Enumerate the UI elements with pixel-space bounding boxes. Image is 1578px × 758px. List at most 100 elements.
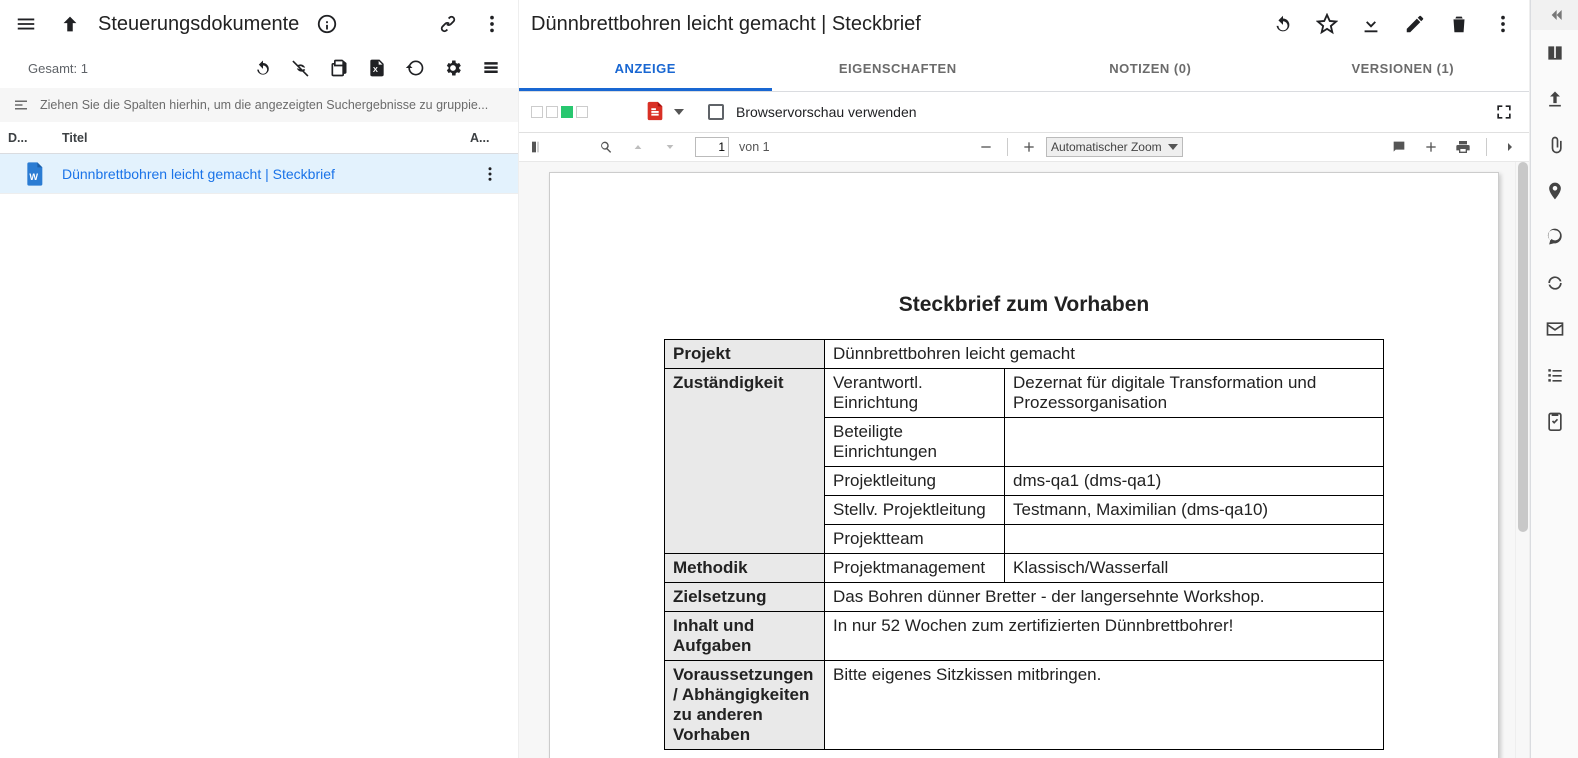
- content-panel: Dünnbrettbohren leicht gemacht | Steckbr…: [519, 0, 1530, 758]
- svg-text:X: X: [373, 65, 378, 74]
- gear-icon[interactable]: [436, 51, 470, 85]
- cell-value: In nur 52 Wochen zum zertifizierten Dünn…: [825, 612, 1384, 661]
- tab-notizen[interactable]: NOTIZEN (0): [1024, 48, 1277, 91]
- refresh-icon[interactable]: [246, 51, 280, 85]
- checklist-icon[interactable]: [1531, 352, 1578, 398]
- pdf-icon[interactable]: [644, 100, 666, 125]
- cell-sublabel: Verantwortl. Einrichtung: [825, 369, 1005, 418]
- cell-value: Klassisch/Wasserfall: [1005, 554, 1384, 583]
- doc-heading: Steckbrief zum Vorhaben: [630, 293, 1418, 317]
- print-icon[interactable]: [1450, 134, 1476, 160]
- comment-icon[interactable]: [1386, 134, 1412, 160]
- cell-value: Dezernat für digitale Transformation und…: [1005, 369, 1384, 418]
- thumbnails-icon[interactable]: [525, 134, 551, 160]
- left-panel: Steuerungsdokumente Gesamt: 1 X: [0, 0, 519, 758]
- clipboard-icon[interactable]: [322, 51, 356, 85]
- swatch[interactable]: [561, 106, 573, 118]
- group-by-bar[interactable]: Ziehen Sie die Spalten hierhin, um die a…: [0, 88, 518, 122]
- cell-sublabel: Projektmanagement: [825, 554, 1005, 583]
- export-icon[interactable]: X: [360, 51, 394, 85]
- cell-value: Bitte eigenes Sitzkissen mitbringen.: [825, 661, 1384, 750]
- steckbrief-table: Projekt Dünnbrettbohren leicht gemacht Z…: [664, 339, 1384, 750]
- browser-preview-label: Browservorschau verwenden: [736, 104, 917, 120]
- cell-value: dms-qa1 (dms-qa1): [1005, 467, 1384, 496]
- delete-icon[interactable]: [1439, 4, 1479, 44]
- attachment-icon[interactable]: [1531, 122, 1578, 168]
- row-title[interactable]: Dünnbrettbohren leicht gemacht | Steckbr…: [54, 166, 462, 182]
- swatch[interactable]: [546, 106, 558, 118]
- zoom-select[interactable]: Automatischer Zoom: [1046, 137, 1183, 157]
- pdf-caret-icon[interactable]: [674, 104, 684, 120]
- column-headers: D... Titel A...: [0, 122, 518, 154]
- pdf-scroll-area[interactable]: Steckbrief zum Vorhaben Projekt Dünnbret…: [519, 162, 1529, 758]
- col-title[interactable]: Titel: [54, 131, 462, 145]
- tab-versionen[interactable]: VERSIONEN (1): [1277, 48, 1530, 91]
- next-page-icon[interactable]: [657, 134, 683, 160]
- tab-eigenschaften[interactable]: EIGENSCHAFTEN: [772, 48, 1025, 91]
- table-row[interactable]: W Dünnbrettbohren leicht gemacht | Steck…: [0, 154, 518, 194]
- zoom-in-icon[interactable]: [1016, 134, 1042, 160]
- svg-text:W: W: [29, 171, 38, 181]
- pdf-toolbar: von 1 Automatischer Zoom: [519, 132, 1529, 162]
- list-view-icon[interactable]: [474, 51, 508, 85]
- col-d[interactable]: D...: [0, 131, 54, 145]
- history-icon[interactable]: [398, 51, 432, 85]
- link-icon[interactable]: [428, 4, 468, 44]
- download-icon[interactable]: [1351, 4, 1391, 44]
- more-vert-icon[interactable]: [472, 4, 512, 44]
- clipboard-rail-icon[interactable]: [1531, 398, 1578, 444]
- browser-preview-checkbox[interactable]: [708, 104, 724, 120]
- edit-icon[interactable]: [1395, 4, 1435, 44]
- pdf-rail-icon[interactable]: [1531, 214, 1578, 260]
- sync-icon[interactable]: [1531, 260, 1578, 306]
- cell-sublabel: Projektteam: [825, 525, 1005, 554]
- total-count: Gesamt: 1: [10, 61, 96, 76]
- swatch[interactable]: [576, 106, 588, 118]
- content-header: Dünnbrettbohren leicht gemacht | Steckbr…: [519, 0, 1529, 48]
- location-icon[interactable]: [1531, 168, 1578, 214]
- right-area: Dünnbrettbohren leicht gemacht | Steckbr…: [519, 0, 1578, 758]
- info-icon[interactable]: [307, 4, 347, 44]
- search-icon[interactable]: [593, 134, 619, 160]
- zoom-value: Automatischer Zoom: [1051, 140, 1162, 154]
- collapse-rail-icon[interactable]: [1531, 0, 1578, 30]
- cell-label: Methodik: [665, 554, 825, 583]
- cell-label: Projekt: [665, 340, 825, 369]
- page-number-input[interactable]: [695, 137, 729, 157]
- book-icon[interactable]: [1531, 30, 1578, 76]
- pdf-page: Steckbrief zum Vorhaben Projekt Dünnbret…: [549, 172, 1499, 758]
- star-icon[interactable]: [1307, 4, 1347, 44]
- cell-sublabel: Beteiligte Einrichtungen: [825, 418, 1005, 467]
- upload-icon[interactable]: [1531, 76, 1578, 122]
- content-more-icon[interactable]: [1483, 4, 1523, 44]
- menu-icon[interactable]: [6, 4, 46, 44]
- cell-label: Voraussetzungen / Abhängigkeiten zu ande…: [665, 661, 825, 750]
- pdf-viewer: von 1 Automatischer Zoom: [519, 132, 1529, 758]
- fullscreen-icon[interactable]: [1487, 95, 1521, 129]
- left-title: Steuerungsdokumente: [94, 13, 303, 36]
- page-of-label: von 1: [739, 140, 770, 154]
- row-more-icon[interactable]: [476, 160, 504, 188]
- zoom-out-icon[interactable]: [973, 134, 999, 160]
- swatch[interactable]: [531, 106, 543, 118]
- add-icon[interactable]: [1418, 134, 1444, 160]
- cell-value: [1005, 525, 1384, 554]
- tab-anzeige[interactable]: ANZEIGE: [519, 48, 772, 91]
- cell-label: Inhalt und Aufgaben: [665, 612, 825, 661]
- color-palette[interactable]: [531, 106, 588, 118]
- cell-label: Zielsetzung: [665, 583, 825, 612]
- cell-value: Testmann, Maximilian (dms-qa10): [1005, 496, 1384, 525]
- up-icon[interactable]: [50, 4, 90, 44]
- scrollbar[interactable]: [1515, 162, 1529, 758]
- col-a[interactable]: A...: [462, 131, 518, 145]
- cell-label: Zuständigkeit: [665, 369, 825, 554]
- prev-page-icon[interactable]: [625, 134, 651, 160]
- cell-sublabel: Stellv. Projektleitung: [825, 496, 1005, 525]
- chevron-right-icon[interactable]: [1497, 134, 1523, 160]
- reload-icon[interactable]: [1263, 4, 1303, 44]
- unlink-icon[interactable]: [284, 51, 318, 85]
- cell-sublabel: Projektleitung: [825, 467, 1005, 496]
- cell-value: Das Bohren dünner Bretter - der langerse…: [825, 583, 1384, 612]
- mail-icon[interactable]: [1531, 306, 1578, 352]
- group-hint-text: Ziehen Sie die Spalten hierhin, um die a…: [40, 98, 488, 112]
